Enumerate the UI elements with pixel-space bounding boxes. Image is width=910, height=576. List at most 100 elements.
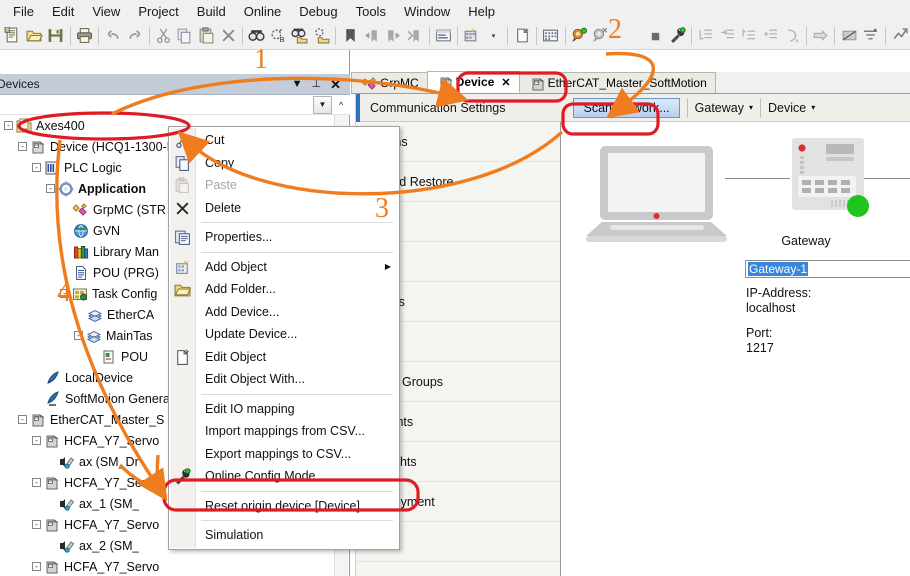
context-menu-item-online-config-mode[interactable]: Online Config Mode... bbox=[169, 465, 399, 488]
context-menu-item-edit-io-mapping[interactable]: Edit IO mapping bbox=[169, 398, 399, 421]
context-menu-item-edit-object-with[interactable]: Edit Object With... bbox=[169, 368, 399, 391]
axis-icon bbox=[59, 538, 75, 554]
replace-icon[interactable]: B bbox=[267, 25, 289, 47]
generate-code-icon[interactable] bbox=[461, 25, 483, 47]
tree-expander-icon[interactable]: - bbox=[18, 142, 27, 151]
delete-icon bbox=[174, 200, 191, 217]
copy-icon[interactable] bbox=[174, 25, 196, 47]
chevron-down-icon[interactable]: ▼ bbox=[292, 78, 303, 90]
menu-item-tools[interactable]: Tools bbox=[347, 2, 395, 21]
previous-bookmark-icon[interactable] bbox=[361, 25, 383, 47]
gateway-dropdown-button[interactable]: Gateway ▾ bbox=[695, 101, 753, 115]
save-icon[interactable] bbox=[45, 25, 67, 47]
step-out-icon[interactable] bbox=[738, 25, 760, 47]
pin-icon[interactable]: ⊥ bbox=[312, 78, 322, 90]
force-values-icon[interactable] bbox=[889, 25, 910, 47]
svg-text:B: B bbox=[279, 35, 284, 44]
context-menu-item-copy[interactable]: Copy bbox=[169, 152, 399, 175]
print-icon[interactable] bbox=[74, 25, 96, 47]
copy-icon bbox=[174, 155, 191, 172]
next-bookmark-icon[interactable] bbox=[382, 25, 404, 47]
menu-item-online[interactable]: Online bbox=[235, 2, 291, 21]
tree-item-label: HCFA_Y7_Servo bbox=[64, 475, 160, 490]
cut-icon[interactable] bbox=[153, 25, 175, 47]
stop-icon[interactable] bbox=[645, 25, 667, 47]
menu-item-edit[interactable]: Edit bbox=[43, 2, 83, 21]
context-menu-item-update-device[interactable]: Update Device... bbox=[169, 323, 399, 346]
new-icon[interactable] bbox=[2, 25, 24, 47]
tree-expander-icon[interactable]: - bbox=[32, 436, 41, 445]
single-cycle-icon[interactable] bbox=[810, 25, 832, 47]
bookmark-icon[interactable] bbox=[339, 25, 361, 47]
gateway-name-value: Gateway-1 bbox=[748, 262, 809, 276]
tree-expander-icon[interactable]: - bbox=[74, 331, 83, 340]
delete-icon[interactable] bbox=[217, 25, 239, 47]
step-into-icon[interactable] bbox=[716, 25, 738, 47]
close-icon[interactable]: ✕ bbox=[501, 76, 510, 89]
context-menu-item-delete[interactable]: Delete bbox=[169, 197, 399, 220]
editor-tab-device[interactable]: Device ✕ bbox=[426, 71, 520, 93]
device-dropdown-button[interactable]: Device ▾ bbox=[768, 101, 815, 115]
menu-item-debug[interactable]: Debug bbox=[290, 2, 346, 21]
context-menu-item-cut[interactable]: Cut bbox=[169, 129, 399, 152]
login-icon[interactable] bbox=[569, 25, 591, 47]
gateway-name-input[interactable]: Gateway-1 bbox=[745, 260, 910, 278]
open-icon[interactable] bbox=[24, 25, 46, 47]
tree-expander-icon[interactable]: - bbox=[46, 184, 55, 193]
replace-in-project-icon[interactable] bbox=[311, 25, 333, 47]
menu-item-build[interactable]: Build bbox=[188, 2, 235, 21]
tree-expander-icon[interactable]: - bbox=[4, 121, 13, 130]
folder-icon bbox=[174, 281, 191, 298]
annotation-step-2: 2 bbox=[608, 14, 622, 45]
communication-settings-bar: Communication Settings Scan network... G… bbox=[356, 93, 910, 122]
tree-expander-icon[interactable]: - bbox=[32, 562, 41, 571]
context-menu-item-simulation[interactable]: Simulation bbox=[169, 524, 399, 547]
tree-expander-icon[interactable]: - bbox=[18, 415, 27, 424]
menu-item-project[interactable]: Project bbox=[129, 2, 187, 21]
gateway-diagram-canvas: Gateway Gateway-1 IP-Address: localhost … bbox=[562, 122, 910, 576]
menu-item-help[interactable]: Help bbox=[459, 2, 504, 21]
menu-item-view[interactable]: View bbox=[83, 2, 129, 21]
context-menu-item-label: Import mappings from CSV... bbox=[205, 424, 366, 439]
tree-expander-icon[interactable]: - bbox=[32, 163, 41, 172]
redo-icon[interactable] bbox=[124, 25, 146, 47]
device-side-tab-information[interactable]: Information bbox=[356, 562, 560, 576]
grid-icon[interactable] bbox=[540, 25, 562, 47]
context-menu-item-edit-object[interactable]: Edit Object bbox=[169, 346, 399, 369]
devices-filter-dropdown[interactable]: ▼ bbox=[313, 95, 332, 114]
clear-bookmarks-icon[interactable] bbox=[404, 25, 426, 47]
device-context-menu[interactable]: Cut Copy Paste Delete Properties... Add Objec… bbox=[168, 126, 400, 550]
context-menu-item-reset-origin-device-device[interactable]: Reset origin device [Device] bbox=[169, 495, 399, 518]
context-menu-item-add-device[interactable]: Add Device... bbox=[169, 301, 399, 324]
devices-collapse-button[interactable]: ^ bbox=[333, 95, 349, 114]
config-icon[interactable] bbox=[666, 25, 688, 47]
toolbar-dropdown-caret[interactable]: ▾ bbox=[483, 25, 505, 47]
set-next-statement-icon[interactable] bbox=[781, 25, 803, 47]
editor-tab-ethercat-master-softmotion[interactable]: EtherCAT_Master_SoftMotion bbox=[518, 72, 716, 93]
new-object-icon[interactable] bbox=[511, 25, 533, 47]
step-over-icon[interactable] bbox=[695, 25, 717, 47]
tree-item[interactable]: - HCFA_Y7_Servo bbox=[0, 556, 335, 576]
toolbar-separator bbox=[834, 26, 836, 45]
scan-network-button[interactable]: Scan network... bbox=[573, 97, 680, 118]
build-icon[interactable] bbox=[433, 25, 455, 47]
context-menu-item-add-folder[interactable]: Add Folder... bbox=[169, 278, 399, 301]
context-menu-item-import-mappings-from-csv[interactable]: Import mappings from CSV... bbox=[169, 420, 399, 443]
tree-expander-icon[interactable]: - bbox=[32, 520, 41, 529]
close-icon[interactable]: ✕ bbox=[330, 78, 341, 91]
find-in-project-icon[interactable] bbox=[289, 25, 311, 47]
menu-item-window[interactable]: Window bbox=[395, 2, 459, 21]
context-menu-item-properties[interactable]: Properties... bbox=[169, 226, 399, 249]
tree-expander-icon[interactable]: - bbox=[32, 478, 41, 487]
tree-item-label: GrpMC (STR bbox=[93, 202, 166, 217]
context-menu-item-export-mappings-to-csv[interactable]: Export mappings to CSV... bbox=[169, 443, 399, 466]
context-menu-item-add-object[interactable]: Add Object ▶ bbox=[169, 256, 399, 279]
write-values-icon[interactable] bbox=[860, 25, 882, 47]
paste-icon[interactable] bbox=[196, 25, 218, 47]
editor-tab-grpmc[interactable]: GrpMC bbox=[351, 72, 428, 93]
undo-icon[interactable] bbox=[102, 25, 124, 47]
flow-control-icon[interactable] bbox=[838, 25, 860, 47]
device-editor-frame: Communication Settings Scan network... G… bbox=[355, 93, 910, 576]
run-to-cursor-icon[interactable] bbox=[760, 25, 782, 47]
menu-item-file[interactable]: File bbox=[4, 2, 43, 21]
